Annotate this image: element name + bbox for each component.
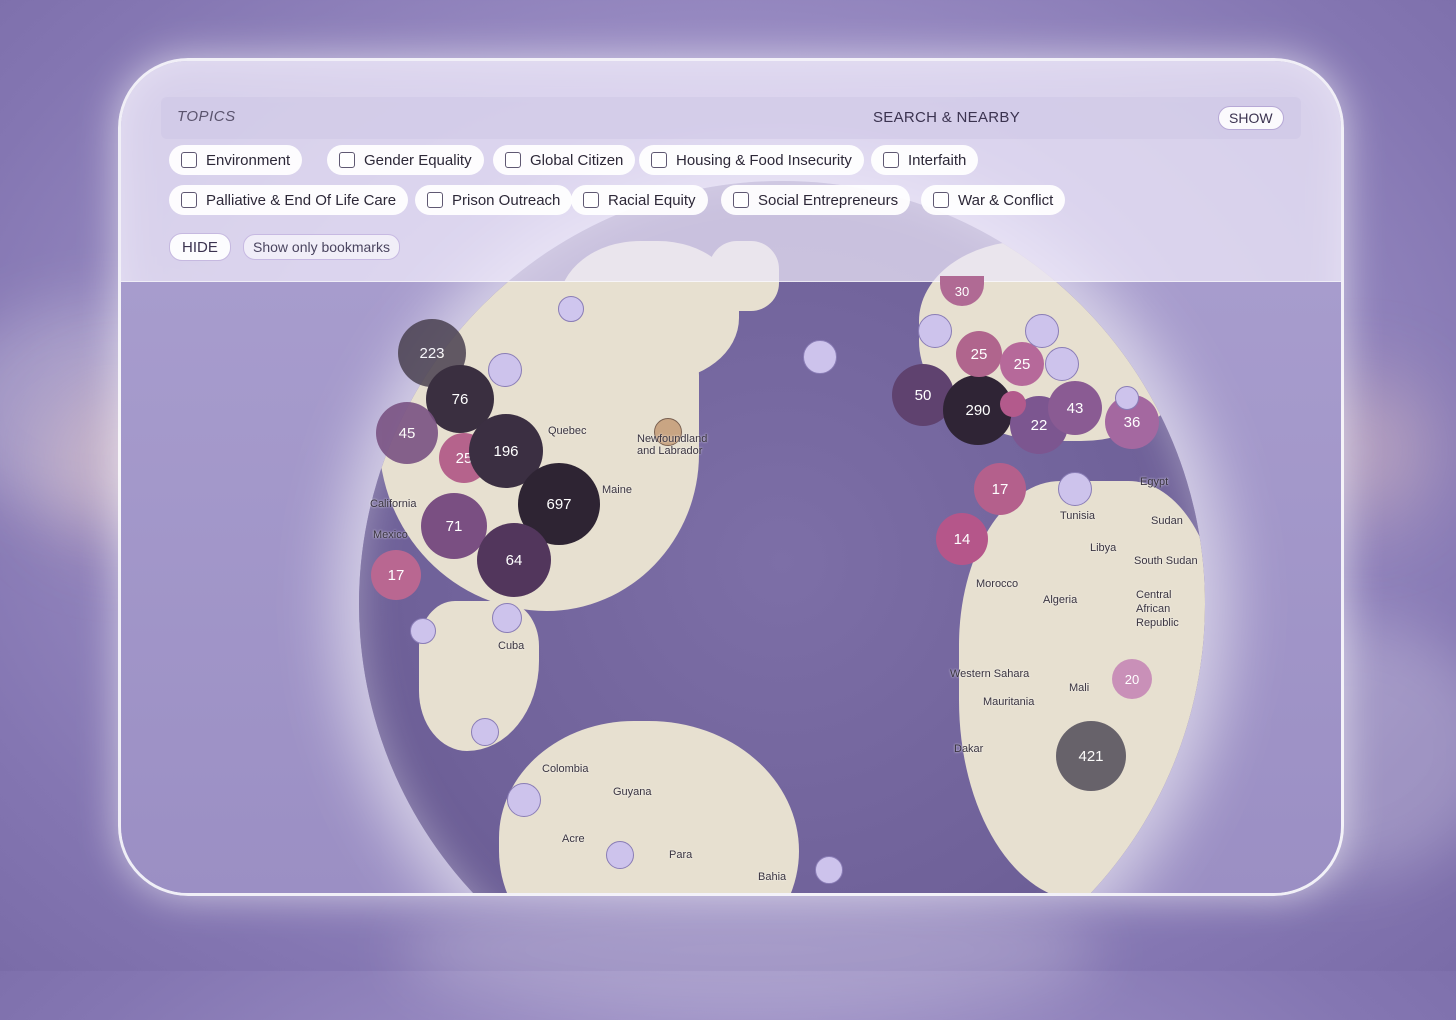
cluster-marker-small[interactable] [815, 856, 843, 884]
checkbox[interactable] [181, 152, 197, 168]
topic-label: Environment [206, 151, 291, 169]
cluster-marker[interactable]: 43 [1048, 381, 1102, 435]
topic-label: Gender Equality [364, 151, 472, 169]
map-label: Maine [602, 484, 632, 496]
cluster-marker-small[interactable] [1000, 391, 1026, 417]
cluster-marker[interactable]: 71 [421, 493, 487, 559]
checkbox[interactable] [339, 152, 355, 168]
map-label: Bahia [758, 871, 787, 883]
land-south-america [499, 721, 799, 893]
cluster-marker-small[interactable] [918, 314, 952, 348]
cluster-marker-small[interactable] [507, 783, 541, 817]
topic-chip-interfaith[interactable]: Interfaith [871, 145, 979, 175]
map-label: Libya [1090, 542, 1117, 554]
cluster-marker-small[interactable] [1058, 472, 1092, 506]
cluster-marker[interactable]: 17 [974, 463, 1026, 515]
cluster-marker-small[interactable] [1115, 386, 1139, 410]
topic-chip-housing-food[interactable]: Housing & Food Insecurity [639, 145, 864, 175]
topic-chip-social-entrepreneurs[interactable]: Social Entrepreneurs [721, 185, 911, 215]
search-nearby-label[interactable]: SEARCH & NEARBY [873, 109, 1020, 126]
map-label: Cuba [498, 640, 525, 652]
cluster-marker-small[interactable] [606, 841, 634, 869]
topics-label: TOPICS [177, 108, 236, 125]
topic-label: Housing & Food Insecurity [676, 151, 852, 169]
cluster-marker[interactable]: 20 [1112, 659, 1152, 699]
checkbox[interactable] [651, 152, 667, 168]
filter-panel: TOPICS SEARCH & NEARBY SHOW Environment … [121, 61, 1341, 282]
topic-label: Interfaith [908, 151, 967, 169]
map-label: Acre [562, 833, 585, 845]
topic-chip-environment[interactable]: Environment [169, 145, 303, 175]
checkbox[interactable] [181, 192, 197, 208]
cluster-marker-small[interactable] [803, 340, 837, 374]
cluster-marker-small[interactable] [471, 718, 499, 746]
checkbox[interactable] [733, 192, 749, 208]
cluster-marker-small[interactable] [488, 353, 522, 387]
topic-chip-palliative[interactable]: Palliative & End Of Life Care [169, 185, 409, 215]
checkbox[interactable] [583, 192, 599, 208]
title-bar [161, 97, 1301, 139]
cluster-marker[interactable]: 14 [936, 513, 988, 565]
map-label: Sudan [1151, 515, 1183, 527]
map-label: Newfoundland and Labrador [637, 433, 708, 457]
cluster-marker[interactable]: 25 [1000, 342, 1044, 386]
map-label: California [370, 498, 417, 510]
show-button[interactable]: SHOW [1218, 106, 1284, 130]
cluster-marker-small[interactable] [1045, 347, 1079, 381]
topic-chip-gender-equality[interactable]: Gender Equality [327, 145, 484, 175]
checkbox[interactable] [427, 192, 443, 208]
topic-label: Prison Outreach [452, 191, 561, 209]
cluster-marker[interactable]: 64 [477, 523, 551, 597]
checkbox[interactable] [883, 152, 899, 168]
topic-chip-racial-equity[interactable]: Racial Equity [571, 185, 708, 215]
map-label: Western Sahara [950, 668, 1030, 680]
map-label: Para [669, 849, 693, 861]
cluster-marker[interactable]: 17 [371, 550, 421, 600]
cluster-marker-small[interactable] [558, 296, 584, 322]
cluster-marker-small[interactable] [410, 618, 436, 644]
topic-chip-war-conflict[interactable]: War & Conflict [921, 185, 1066, 215]
map-label: South Sudan [1134, 555, 1198, 567]
show-only-bookmarks-button[interactable]: Show only bookmarks [243, 234, 400, 260]
topic-label: Racial Equity [608, 191, 696, 209]
topic-label: Palliative & End Of Life Care [206, 191, 397, 209]
checkbox[interactable] [933, 192, 949, 208]
cluster-marker-small[interactable] [492, 603, 522, 633]
topic-label: War & Conflict [958, 191, 1054, 209]
map-label: Egypt [1140, 476, 1169, 488]
topic-chip-prison-outreach[interactable]: Prison Outreach [415, 185, 573, 215]
map-label: Tunisia [1060, 510, 1096, 522]
map-label: Central African Republic [1136, 589, 1179, 629]
checkbox[interactable] [505, 152, 521, 168]
cluster-marker[interactable]: 45 [376, 402, 438, 464]
cluster-marker[interactable]: 421 [1056, 721, 1126, 791]
map-label: Dakar [954, 743, 984, 755]
map-label: Mexico [373, 529, 408, 541]
map-label: Mali [1069, 682, 1090, 694]
background-cloud [400, 880, 1100, 1020]
map-label: Mauritania [983, 696, 1035, 708]
map-label: Colombia [542, 763, 589, 775]
cluster-marker-small[interactable] [1025, 314, 1059, 348]
cluster-marker[interactable]: 25 [956, 331, 1002, 377]
hide-button[interactable]: HIDE [169, 233, 231, 261]
map-label: Morocco [976, 578, 1019, 590]
topic-label: Global Citizen [530, 151, 624, 169]
map-label: Quebec [548, 425, 587, 437]
topic-label: Social Entrepreneurs [758, 191, 899, 209]
map-view[interactable] [121, 181, 1341, 893]
topic-chip-global-citizen[interactable]: Global Citizen [493, 145, 636, 175]
map-label: Guyana [613, 786, 652, 798]
map-label: Algeria [1043, 594, 1078, 606]
